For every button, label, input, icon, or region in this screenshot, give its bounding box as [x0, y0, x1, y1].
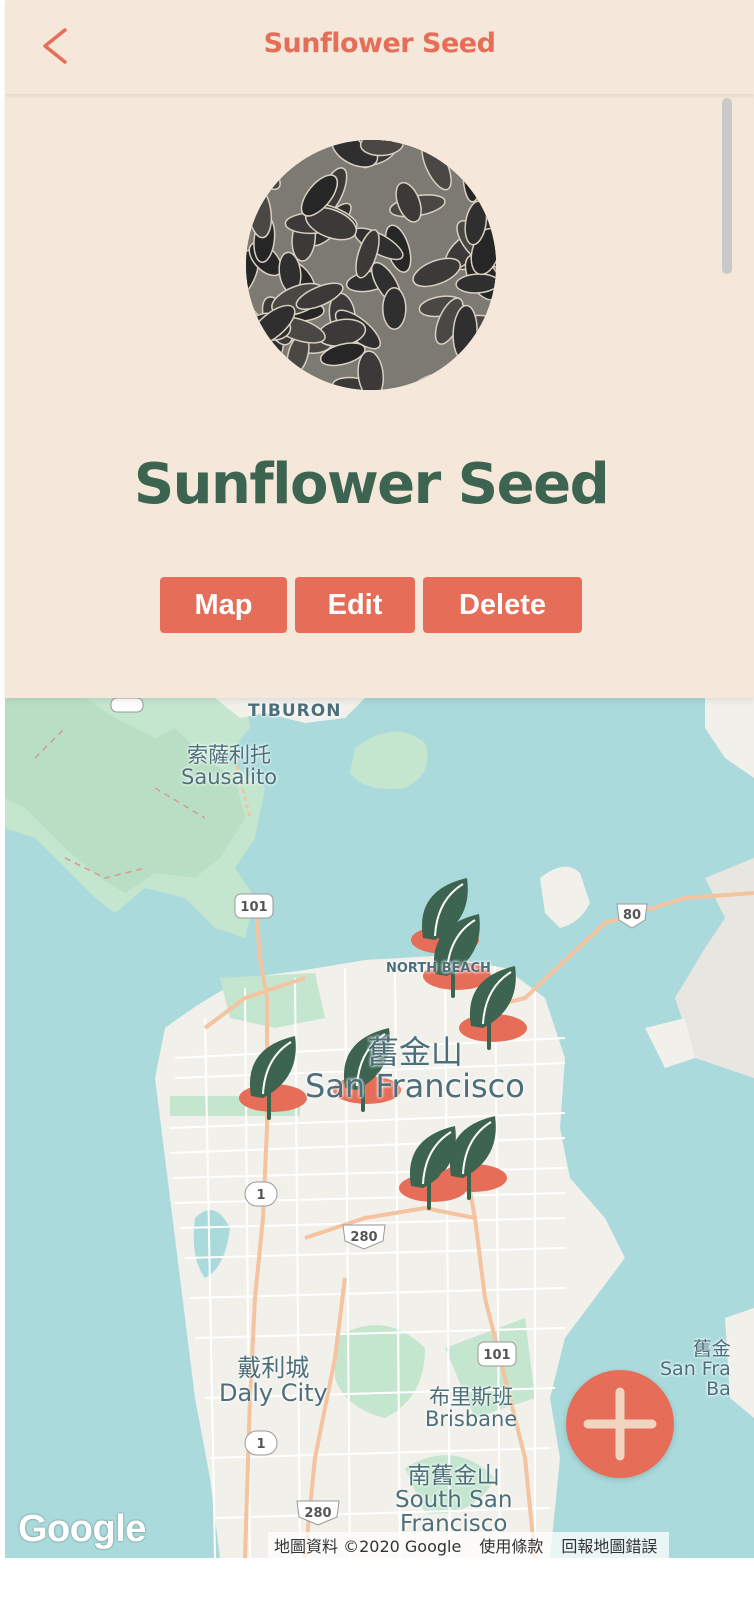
svg-text:1: 1: [256, 1188, 265, 1203]
scrollbar-thumb[interactable]: [722, 98, 732, 274]
svg-text:101: 101: [483, 1348, 510, 1363]
map-data-credit: 地圖資料 ©2020 Google: [274, 1537, 462, 1556]
item-profile-panel: Sunflower Seed Map Edit Delete: [5, 94, 754, 698]
add-fab-button[interactable]: [566, 1370, 674, 1478]
plus-icon: [583, 1387, 657, 1461]
route-1-shield-a: 1: [244, 1181, 278, 1207]
svg-text:101: 101: [240, 900, 267, 915]
brisbane-label: 布里斯班 Brisbane: [425, 1385, 518, 1432]
item-photo: [246, 140, 496, 390]
google-logo: Google: [18, 1508, 146, 1550]
svg-text:1: 1: [256, 1437, 265, 1452]
map-attribution-bar: 地圖資料 ©2020 Google 使用條款 回報地圖錯誤: [268, 1532, 670, 1558]
report-error-link[interactable]: 回報地圖錯誤: [555, 1533, 669, 1557]
terms-link[interactable]: 使用條款: [473, 1533, 555, 1557]
route-101-shield-a: 101: [234, 893, 274, 919]
svg-text:280: 280: [304, 1506, 331, 1521]
daly-city-label: 戴利城 Daly City: [219, 1354, 328, 1408]
svg-text:80: 80: [623, 908, 641, 923]
bottom-strip: [0, 1558, 754, 1606]
north-beach-label: NORTH BEACH: [386, 961, 491, 976]
svg-text:280: 280: [350, 1230, 377, 1245]
item-title: Sunflower Seed: [133, 452, 610, 517]
tiburon-label: TIBURON: [248, 701, 342, 721]
route-80-shield: 80: [616, 903, 648, 929]
app-root: Sunflower Seed Sunflower Seed Map Edit D…: [0, 0, 754, 1606]
route-1-shield-b: 1: [244, 1430, 278, 1456]
top-nav-bar: Sunflower Seed: [5, 0, 754, 94]
route-1-shield-top: [110, 698, 144, 713]
map-button[interactable]: Map: [160, 577, 287, 633]
south-san-francisco-label: 南舊金山 South San Francisco: [395, 1463, 513, 1538]
san-francisco-label: 舊金山 San Francisco: [305, 1033, 525, 1105]
route-101-shield-b: 101: [477, 1341, 517, 1367]
nav-title: Sunflower Seed: [263, 28, 496, 59]
sausalito-label: 索薩利托 Sausalito: [181, 743, 278, 790]
edit-button[interactable]: Edit: [295, 577, 415, 633]
delete-button[interactable]: Delete: [423, 577, 582, 633]
